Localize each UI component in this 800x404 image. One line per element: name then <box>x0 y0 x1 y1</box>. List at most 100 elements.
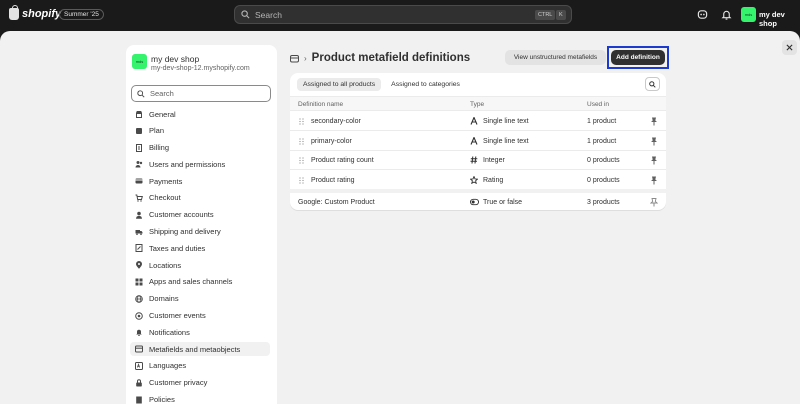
events-icon <box>135 311 143 320</box>
sidebar-item-general[interactable]: General <box>130 107 270 121</box>
drag-handle-icon[interactable] <box>299 137 304 145</box>
definition-used-in: 3 products <box>587 199 620 206</box>
drag-handle-icon[interactable] <box>299 176 304 184</box>
sidebar-item-label: Apps and sales channels <box>149 277 233 287</box>
page-title: Product metafield definitions <box>311 52 471 64</box>
sidebar-item-notifications[interactable]: Notifications <box>130 325 270 339</box>
settings-sidebar: mds my dev shop my-dev-shop-12.myshopify… <box>126 45 277 404</box>
sidebar-item-label: Plan <box>149 126 165 136</box>
sidebar-item-policies[interactable]: Policies <box>130 393 270 404</box>
pin-icon[interactable] <box>650 176 658 185</box>
sidebar-item-metafields[interactable]: Metafields and metaobjects <box>130 342 270 357</box>
pin-icon[interactable] <box>650 137 658 146</box>
sidebar-item-label: Notifications <box>149 327 190 337</box>
global-search-input[interactable]: Search CTRL K <box>234 5 572 24</box>
settings-page: mds my dev shop my-dev-shop-12.myshopify… <box>0 31 800 404</box>
store-avatar[interactable]: mds <box>741 7 756 22</box>
brand-name: shopify <box>22 8 62 20</box>
table-row[interactable]: Google: Custom Product True or false 3 p… <box>290 193 666 210</box>
store-name[interactable]: my dev shop <box>759 10 800 28</box>
sidebar-item-plan[interactable]: Plan <box>130 124 270 138</box>
plan-icon <box>135 127 143 135</box>
column-header-used-in: Used in <box>587 101 610 108</box>
pin-outline-icon[interactable] <box>650 198 658 207</box>
tab-assigned-to-all-products[interactable]: Assigned to all products <box>297 78 382 91</box>
toggle-icon <box>470 198 479 206</box>
filter-search-button[interactable] <box>645 77 660 91</box>
pin-icon[interactable] <box>650 117 658 126</box>
drag-handle-icon[interactable] <box>299 157 304 164</box>
sidebar-item-languages[interactable]: Languages <box>130 359 270 373</box>
search-placeholder: Search <box>255 9 282 20</box>
person-icon <box>135 211 143 219</box>
sidebar-item-customer-events[interactable]: Customer events <box>130 309 270 323</box>
metafields-icon[interactable] <box>290 54 299 63</box>
top-bar: shopify Summer '25 Search CTRL K mds my … <box>0 0 800 31</box>
sidebar-item-shipping[interactable]: Shipping and delivery <box>130 225 270 239</box>
sidebar-item-taxes[interactable]: Taxes and duties <box>130 241 270 255</box>
sidebar-item-customer-accounts[interactable]: Customer accounts <box>130 208 270 222</box>
sidebar-item-customer-privacy[interactable]: Customer privacy <box>130 376 270 390</box>
search-icon <box>241 10 250 19</box>
shortcut-k-key: K <box>556 10 566 20</box>
metafields-icon <box>135 345 143 353</box>
breadcrumb-chevron-icon: › <box>304 53 307 63</box>
definition-name: primary-color <box>311 137 352 145</box>
lock-icon <box>135 379 143 387</box>
shop-avatar: mds <box>132 54 147 69</box>
payments-icon <box>135 177 143 185</box>
sidebar-item-domains[interactable]: Domains <box>130 292 270 306</box>
table-row[interactable]: primary-color Single line text 1 product <box>290 132 666 151</box>
sidebar-item-payments[interactable]: Payments <box>130 174 270 188</box>
sidebar-item-label: Languages <box>149 361 187 371</box>
sidebar-item-label: Customer events <box>149 311 206 321</box>
definition-type: Single line text <box>483 137 529 145</box>
languages-icon <box>135 361 143 370</box>
sidebar-item-checkout[interactable]: Checkout <box>130 191 270 205</box>
truck-icon <box>135 228 143 236</box>
definition-name: Google: Custom Product <box>298 199 375 206</box>
add-definition-highlight: Add definition <box>607 46 669 69</box>
definition-used-in: 0 products <box>587 176 620 184</box>
drag-handle-icon[interactable] <box>299 118 304 125</box>
sidebar-item-users[interactable]: Users and permissions <box>130 157 270 171</box>
settings-search-input[interactable]: Search <box>131 85 271 102</box>
sidebar-item-label: Taxes and duties <box>149 243 206 253</box>
sidebar-item-label: Policies <box>149 395 175 404</box>
users-icon <box>135 160 143 168</box>
shortcut-ctrl-key: CTRL <box>535 10 556 20</box>
star-icon <box>470 175 478 184</box>
table-row[interactable]: Product rating Rating 0 products <box>290 171 666 190</box>
globe-icon <box>135 294 143 303</box>
hash-icon <box>470 156 478 164</box>
sidebar-item-label: Billing <box>149 143 170 153</box>
sidebar-item-billing[interactable]: Billing <box>130 141 270 155</box>
add-definition-button[interactable]: Add definition <box>611 50 665 65</box>
sidebar-item-locations[interactable]: Locations <box>130 258 270 272</box>
breadcrumb: › Product metafield definitions <box>290 52 470 64</box>
search-icon <box>649 80 656 88</box>
definition-type: True or false <box>483 199 523 206</box>
sidekick-icon[interactable] <box>697 9 708 20</box>
definition-used-in: 1 product <box>587 118 617 125</box>
tax-icon <box>135 244 143 253</box>
definition-used-in: 0 products <box>587 157 620 164</box>
table-row[interactable]: Product rating count Integer 0 products <box>290 151 666 170</box>
table-row[interactable]: secondary-color Single line text 1 produ… <box>290 112 666 131</box>
sidebar-item-apps[interactable]: Apps and sales channels <box>130 275 270 289</box>
definition-tabs: Assigned to all products Assigned to cat… <box>297 78 466 91</box>
definition-name: Product rating <box>311 176 355 184</box>
definition-name: secondary-color <box>311 118 361 125</box>
sidebar-item-label: General <box>149 109 176 119</box>
edition-badge[interactable]: Summer '25 <box>59 9 104 20</box>
tab-assigned-to-categories[interactable]: Assigned to categories <box>385 78 466 91</box>
close-settings-button[interactable] <box>782 40 797 55</box>
definitions-card: Assigned to all products Assigned to cat… <box>290 73 666 210</box>
shopify-logo[interactable]: shopify <box>9 5 62 20</box>
bell-icon <box>135 328 143 337</box>
pin-icon[interactable] <box>650 156 658 165</box>
sidebar-item-label: Locations <box>149 260 182 270</box>
view-unstructured-metafields-button[interactable]: View unstructured metafields <box>505 50 606 65</box>
bell-icon[interactable] <box>721 9 732 20</box>
close-icon <box>786 44 793 51</box>
